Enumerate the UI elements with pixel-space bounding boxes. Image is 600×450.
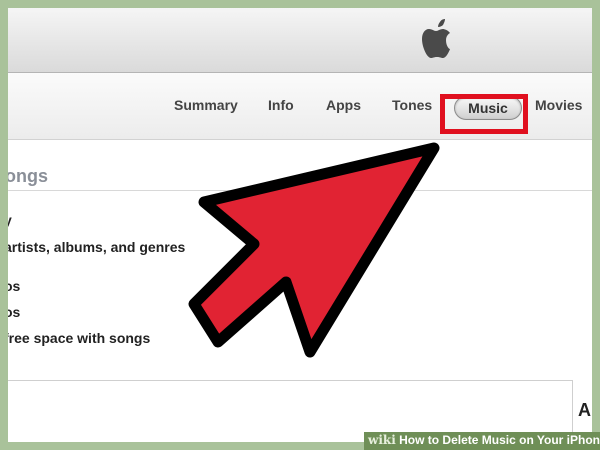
tab-info[interactable]: Info (268, 97, 294, 113)
music-tab-highlight (440, 94, 528, 134)
apple-logo-icon (422, 19, 450, 58)
title-bar (8, 8, 592, 73)
tab-tones[interactable]: Tones (392, 97, 432, 113)
sync-option-selected[interactable]: artists, albums, and genres (8, 239, 185, 255)
watermark-caption: How to Delete Music on Your iPhone (399, 433, 600, 447)
section-title: ongs (8, 166, 48, 186)
sync-option-music-videos[interactable]: os (8, 278, 20, 294)
side-panel-heading: A (578, 400, 591, 420)
sync-option-voice-memos[interactable]: os (8, 304, 20, 320)
tab-apps[interactable]: Apps (326, 97, 361, 113)
wiki-brand: wiki (368, 433, 396, 447)
tab-summary[interactable]: Summary (174, 97, 238, 113)
sync-option-fill-free-space[interactable]: free space with songs (8, 330, 150, 346)
section-divider (8, 190, 592, 191)
sync-option-entire-library[interactable]: y (8, 212, 12, 228)
itunes-window: Summary Info Apps Tones Music Movies ong… (8, 8, 592, 442)
watermark: wiki How to Delete Music on Your iPhone (368, 433, 600, 447)
tab-movies[interactable]: Movies (535, 97, 582, 113)
